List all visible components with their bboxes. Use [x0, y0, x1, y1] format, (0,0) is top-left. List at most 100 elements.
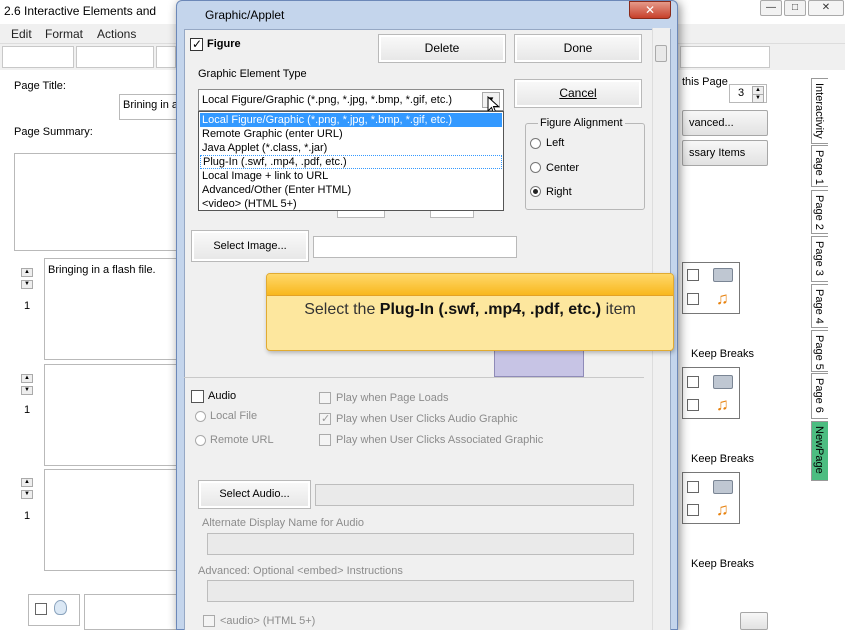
bottom-button[interactable] [740, 612, 768, 630]
page-title-value: Brining in a [123, 99, 179, 111]
music-note-icon[interactable]: ♫ [716, 290, 729, 307]
play-audio-graphic-checkbox[interactable]: ✓ [319, 413, 331, 425]
audio-checkbox[interactable] [687, 293, 699, 305]
dialog-title: Graphic/Applet [205, 8, 285, 22]
alt-name-input[interactable] [207, 533, 634, 555]
minimize-button[interactable]: — [760, 0, 782, 16]
graphic-checkbox[interactable] [687, 481, 699, 493]
audio-checkbox[interactable] [191, 390, 204, 403]
hint-checkbox[interactable] [35, 603, 47, 615]
image-path-input[interactable] [313, 236, 517, 258]
advanced-button[interactable]: vanced... [682, 110, 768, 136]
delete-button[interactable]: Delete [378, 34, 506, 63]
page-count-stepper[interactable]: 3 ▲ ▼ [729, 84, 767, 103]
option-local-image-link[interactable]: Local Image + link to URL [200, 169, 502, 183]
page-summary-input[interactable] [14, 153, 179, 251]
align-right-radio[interactable] [530, 186, 541, 197]
done-button[interactable]: Done [514, 34, 642, 63]
item-text-block[interactable]: Bringing in a flash file. [44, 258, 179, 360]
tab-page-6[interactable]: Page 6 [811, 373, 828, 419]
page-title-input[interactable]: Brining in a [119, 94, 179, 120]
necessary-items-button[interactable]: ssary Items [682, 140, 768, 166]
graphic-checkbox[interactable] [687, 376, 699, 388]
item-text-block[interactable] [44, 364, 179, 466]
camera-icon[interactable] [713, 480, 733, 494]
lightbulb-icon [54, 600, 67, 615]
hint-text-block[interactable] [84, 594, 179, 630]
toolbar-field[interactable] [76, 46, 154, 68]
tab-interactivity[interactable]: Interactivity [811, 78, 828, 144]
tab-label: Page 2 [813, 195, 825, 230]
align-left-radio[interactable] [530, 138, 541, 149]
tab-page-3[interactable]: Page 3 [811, 236, 828, 282]
menu-actions[interactable]: Actions [97, 27, 136, 41]
option-remote-graphic[interactable]: Remote Graphic (enter URL) [200, 127, 502, 141]
toolbar-field[interactable] [156, 46, 176, 68]
menu-edit[interactable]: Edit [11, 27, 32, 41]
callout-text: Select the Plug-In (.swf, .mp4, .pdf, et… [267, 301, 673, 319]
local-file-label: Local File [210, 410, 258, 422]
toolbar-field[interactable] [2, 46, 74, 68]
align-left-label: Left [546, 137, 565, 149]
select-image-button[interactable]: Select Image... [191, 230, 309, 262]
embed-input[interactable] [207, 580, 634, 602]
audio-checkbox[interactable] [687, 504, 699, 516]
camera-icon[interactable] [713, 375, 733, 389]
audio-path-input[interactable] [315, 484, 634, 506]
media-toggle-box: ♫ [682, 472, 740, 524]
graphic-type-select[interactable]: Local Figure/Graphic (*.png, *.jpg, *.bm… [198, 89, 504, 111]
camera-icon[interactable] [713, 268, 733, 282]
item-number: 1 [24, 510, 31, 522]
align-center-label: Center [546, 162, 580, 174]
cancel-button[interactable]: Cancel [514, 79, 642, 108]
audio-html5-label: <audio> (HTML 5+) [220, 615, 316, 627]
check-mark-icon: ✓ [321, 413, 331, 425]
music-note-icon[interactable]: ♫ [716, 396, 729, 413]
option-advanced-html[interactable]: Advanced/Other (Enter HTML) [200, 183, 502, 197]
tab-label: Page 6 [813, 378, 825, 413]
move-handle-icon[interactable]: ▲ ▼ [18, 374, 38, 402]
tab-page-4[interactable]: Page 4 [811, 284, 828, 328]
graphic-checkbox[interactable] [687, 269, 699, 281]
alignment-label: Figure Alignment [538, 117, 625, 129]
option-java-applet[interactable]: Java Applet (*.class, *.jar) [200, 141, 502, 155]
window-title: 2.6 Interactive Elements and [4, 4, 157, 18]
move-handle-icon[interactable]: ▲ ▼ [18, 268, 38, 296]
maximize-button[interactable]: □ [784, 0, 806, 16]
window-close-button[interactable]: ✕ [808, 0, 844, 16]
music-note-icon[interactable]: ♫ [716, 501, 729, 518]
keep-breaks-label: Keep Breaks [691, 558, 754, 570]
item-number: 1 [24, 404, 31, 416]
keep-breaks-label: Keep Breaks [691, 348, 754, 360]
figure-alignment-group [525, 123, 645, 210]
audio-html5-checkbox[interactable] [203, 615, 215, 627]
tutorial-callout: Select the Plug-In (.swf, .mp4, .pdf, et… [266, 273, 674, 351]
audio-checkbox[interactable] [687, 399, 699, 411]
tab-page-2[interactable]: Page 2 [811, 190, 828, 234]
on-this-page-label: this Page [682, 76, 728, 88]
option-video-html5[interactable]: <video> (HTML 5+) [200, 197, 502, 211]
tab-page-1[interactable]: Page 1 [811, 145, 828, 187]
media-toggle-box: ♫ [682, 262, 740, 314]
hint-box[interactable] [28, 594, 80, 626]
tab-label: Page 4 [813, 289, 825, 324]
tab-new-page[interactable]: NewPage [811, 421, 828, 481]
alt-name-label: Alternate Display Name for Audio [202, 517, 365, 529]
dialog-scroll-thumb[interactable] [655, 45, 667, 62]
remote-url-radio[interactable] [195, 435, 206, 446]
option-local-figure[interactable]: Local Figure/Graphic (*.png, *.jpg, *.bm… [200, 113, 502, 127]
figure-checkbox[interactable]: ✓ [190, 37, 203, 51]
item-number: 1 [24, 300, 31, 312]
option-plug-in[interactable]: Plug-In (.swf, .mp4, .pdf, etc.) [200, 155, 502, 169]
tab-page-5[interactable]: Page 5 [811, 330, 828, 372]
align-center-radio[interactable] [530, 162, 541, 173]
play-page-loads-checkbox[interactable] [319, 392, 331, 404]
play-associated-graphic-checkbox[interactable] [319, 434, 331, 446]
menu-format[interactable]: Format [45, 27, 83, 41]
local-file-radio[interactable] [195, 411, 206, 422]
toolbar-field[interactable] [680, 46, 770, 68]
move-handle-icon[interactable]: ▲ ▼ [18, 478, 38, 506]
item-text-block[interactable] [44, 469, 179, 571]
dialog-close-button[interactable]: ✕ [629, 1, 671, 19]
select-audio-button[interactable]: Select Audio... [198, 480, 311, 509]
